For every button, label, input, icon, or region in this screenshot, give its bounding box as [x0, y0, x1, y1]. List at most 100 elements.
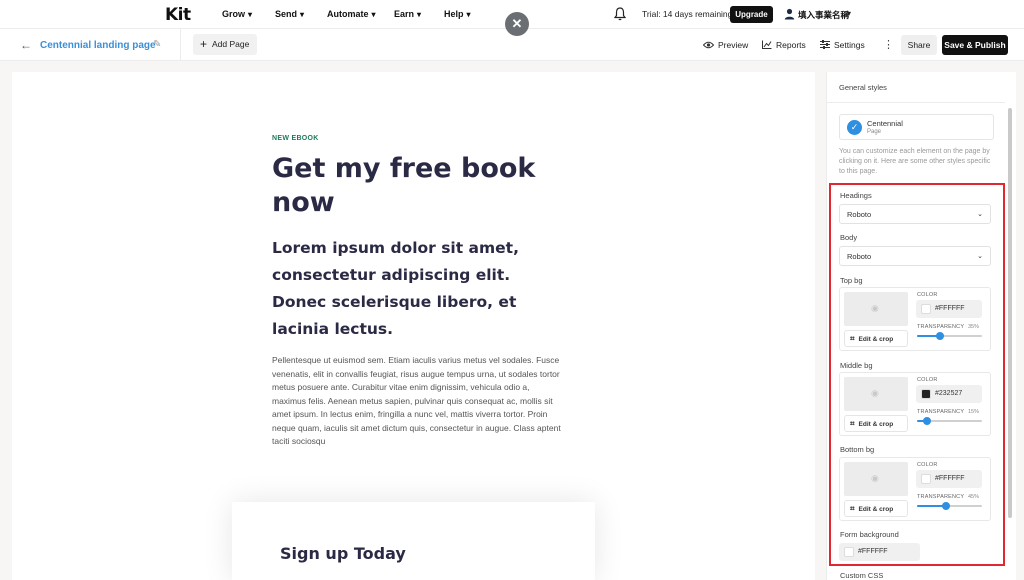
- transparency-value: 15%: [968, 409, 980, 415]
- page-canvas[interactable]: NEW EBOOK Get my free book now Lorem ips…: [12, 72, 815, 580]
- slider-handle[interactable]: [942, 502, 951, 510]
- form-title[interactable]: Sign up Today: [280, 544, 406, 563]
- style-sidebar: General styles ✓ Centennial Page You can…: [826, 72, 1016, 580]
- headings-font-select[interactable]: Roboto ⌄: [839, 204, 991, 224]
- transparency-value: 35%: [968, 324, 980, 330]
- bottom-bg-transparency-slider[interactable]: [917, 502, 982, 510]
- color-caption: COLOR: [917, 462, 938, 468]
- chevron-down-icon: ▾: [248, 10, 253, 19]
- color-hex-value: #FFFFFF: [935, 305, 965, 312]
- color-swatch: [921, 389, 931, 399]
- nav-grow[interactable]: Grow ▾: [222, 9, 252, 19]
- middle-bg-edit-crop-button[interactable]: ⌗ Edit & crop: [844, 415, 908, 432]
- chart-icon: [762, 40, 772, 49]
- top-bg-transparency-slider[interactable]: [917, 332, 982, 340]
- landing-subheading[interactable]: Lorem ipsum dolor sit amet, consectetur …: [272, 235, 567, 343]
- eyebrow-text[interactable]: NEW EBOOK: [272, 135, 319, 142]
- account-name[interactable]: 填入事業名稱: [798, 9, 849, 21]
- preview-button[interactable]: Preview: [702, 40, 748, 50]
- nav-automate-label: Automate: [327, 9, 369, 19]
- middle-bg-transparency-slider[interactable]: [917, 417, 982, 425]
- top-bg-image-preview[interactable]: ◉: [844, 292, 908, 326]
- headings-label: Headings: [840, 191, 872, 200]
- bottom-bg-color-input[interactable]: #FFFFFF: [916, 470, 982, 488]
- close-icon[interactable]: ✕: [505, 12, 529, 36]
- pencil-icon[interactable]: ✎: [153, 39, 161, 50]
- page-title[interactable]: Centennial landing page: [40, 40, 156, 51]
- headings-font-value: Roboto: [847, 210, 872, 219]
- kit-logo[interactable]: Kit: [165, 5, 191, 25]
- nav-send-label: Send: [275, 9, 298, 19]
- chevron-down-icon: ▾: [371, 10, 376, 19]
- sidebar-help-text: You can customize each element on the pa…: [839, 148, 991, 175]
- template-name: Centennial: [867, 119, 903, 128]
- slider-handle[interactable]: [922, 417, 931, 425]
- chevron-down-icon: ▾: [417, 10, 422, 19]
- toolbar-divider: [180, 29, 181, 61]
- eye-icon: ◉: [871, 303, 879, 313]
- color-hex-value: #FFFFFF: [858, 548, 888, 555]
- chevron-down-icon: ⌄: [977, 211, 983, 218]
- save-publish-button[interactable]: Save & Publish: [942, 35, 1008, 55]
- landing-headline[interactable]: Get my free book now: [272, 152, 572, 220]
- nav-earn[interactable]: Earn ▾: [394, 9, 421, 19]
- template-card[interactable]: ✓ Centennial Page: [839, 114, 994, 140]
- settings-button[interactable]: Settings: [820, 40, 865, 50]
- edit-crop-label: Edit & crop: [858, 506, 894, 513]
- bottom-bg-edit-crop-button[interactable]: ⌗ Edit & crop: [844, 500, 908, 517]
- sliders-icon: [820, 40, 830, 49]
- bottom-bg-image-preview[interactable]: ◉: [844, 462, 908, 496]
- nav-automate[interactable]: Automate ▾: [327, 9, 376, 19]
- middle-bg-color-input[interactable]: #232527: [916, 385, 982, 403]
- nav-help[interactable]: Help ▾: [444, 9, 471, 19]
- transparency-caption: TRANSPARENCY: [917, 324, 965, 330]
- color-hex-value: #FFFFFF: [935, 475, 965, 482]
- eye-icon: [702, 41, 715, 49]
- color-caption: COLOR: [917, 377, 938, 383]
- sidebar-scrollbar[interactable]: [1008, 108, 1012, 518]
- color-caption: COLOR: [917, 292, 938, 298]
- chevron-down-icon: ▾: [300, 10, 305, 19]
- signup-form-card[interactable]: Sign up Today: [232, 502, 595, 580]
- crop-icon: ⌗: [850, 334, 855, 343]
- landing-body-text[interactable]: Pellentesque ut euismod sem. Etiam iacul…: [272, 354, 562, 449]
- nav-send[interactable]: Send ▾: [275, 9, 304, 19]
- slider-handle[interactable]: [935, 332, 944, 340]
- color-swatch: [921, 304, 931, 314]
- top-bg-control: ◉ ⌗ Edit & crop COLOR #FFFFFF TRANSPARENC…: [839, 287, 991, 351]
- nav-help-label: Help: [444, 9, 464, 19]
- chevron-down-icon[interactable]: ▾: [847, 9, 851, 18]
- add-page-button[interactable]: + Add Page: [193, 34, 257, 55]
- eye-icon: ◉: [871, 473, 879, 483]
- body-font-select[interactable]: Roboto ⌄: [839, 246, 991, 266]
- transparency-caption: TRANSPARENCY: [917, 409, 965, 415]
- top-bg-color-input[interactable]: #FFFFFF: [916, 300, 982, 318]
- more-options-icon[interactable]: ⋮: [883, 38, 894, 51]
- edit-crop-label: Edit & crop: [858, 421, 894, 428]
- bell-icon[interactable]: [614, 7, 626, 21]
- transparency-caption: TRANSPARENCY: [917, 494, 965, 500]
- middle-bg-image-preview[interactable]: ◉: [844, 377, 908, 411]
- transparency-value: 45%: [968, 494, 980, 500]
- custom-css-label[interactable]: Custom CSS: [840, 571, 883, 580]
- middle-bg-control: ◉ ⌗ Edit & crop COLOR #232527 TRANSPARENC…: [839, 372, 991, 436]
- form-bg-color-input[interactable]: #FFFFFF: [839, 543, 920, 561]
- middle-bg-label: Middle bg: [840, 361, 873, 370]
- top-bg-edit-crop-button[interactable]: ⌗ Edit & crop: [844, 330, 908, 347]
- crop-icon: ⌗: [850, 419, 855, 428]
- body-label: Body: [840, 233, 858, 242]
- reports-label: Reports: [776, 40, 806, 50]
- crop-icon: ⌗: [850, 504, 855, 513]
- back-arrow-icon[interactable]: ←: [20, 38, 32, 52]
- bottom-bg-label: Bottom bg: [840, 445, 875, 454]
- color-swatch: [844, 547, 854, 557]
- share-button[interactable]: Share: [901, 35, 937, 55]
- settings-label: Settings: [834, 40, 865, 50]
- color-swatch: [921, 474, 931, 484]
- upgrade-button[interactable]: Upgrade: [730, 6, 773, 23]
- user-icon: [784, 8, 795, 20]
- color-hex-value: #232527: [935, 390, 963, 397]
- reports-button[interactable]: Reports: [762, 40, 806, 50]
- chevron-down-icon: ⌄: [977, 253, 983, 260]
- top-bg-label: Top bg: [840, 276, 863, 285]
